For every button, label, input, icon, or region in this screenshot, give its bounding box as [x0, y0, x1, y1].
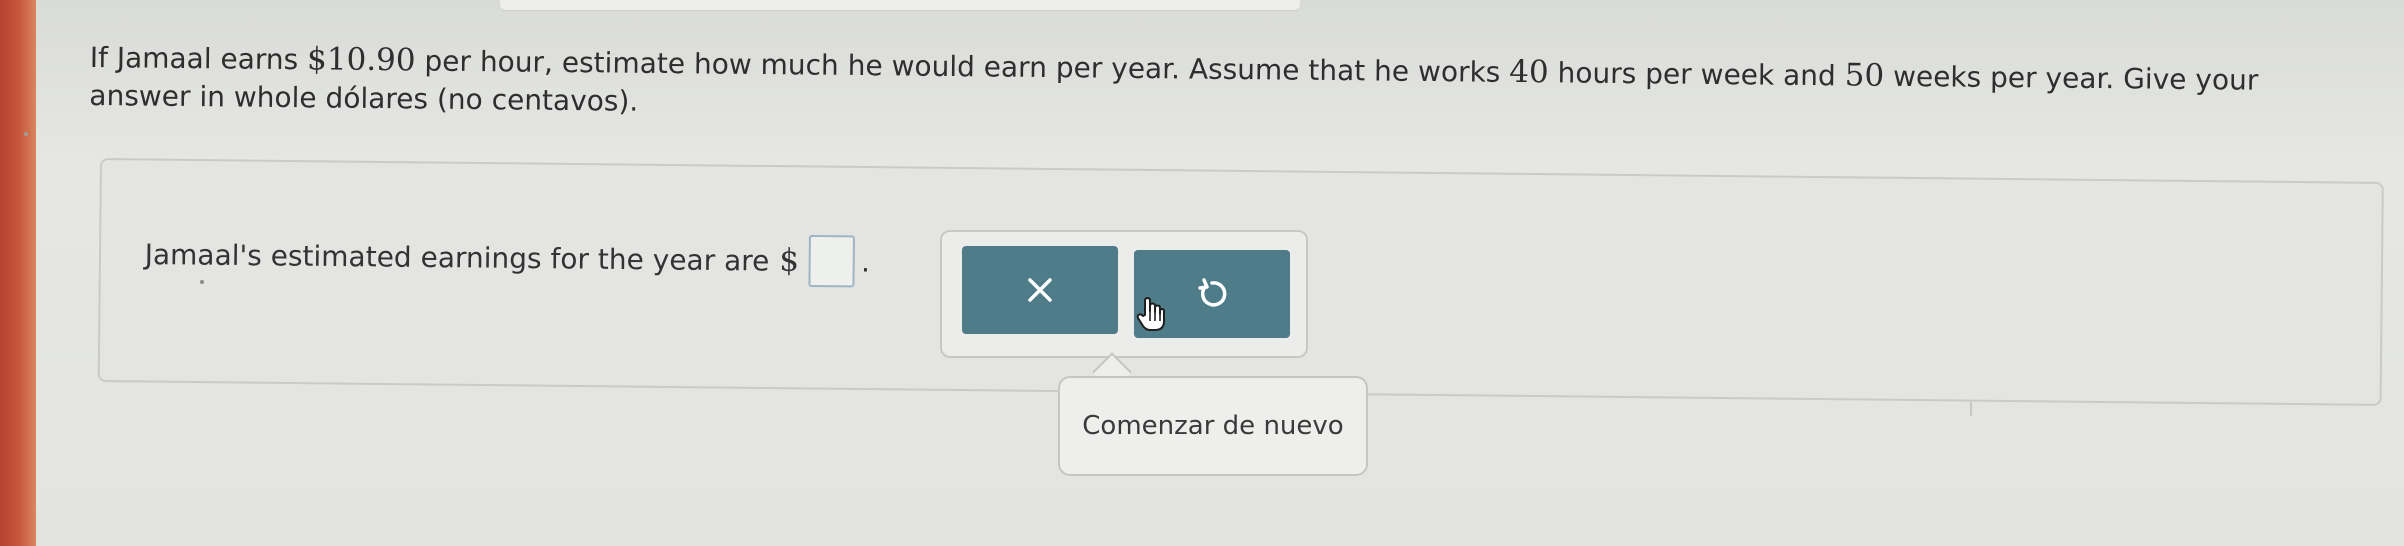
- question-part: If Jamaal earns: [89, 40, 308, 77]
- hourly-wage: $10.90: [306, 41, 416, 79]
- background-mark: [1970, 402, 1972, 416]
- answer-input[interactable]: [808, 234, 856, 288]
- question-text: If Jamaal earns $10.90 per hour, estimat…: [89, 38, 2350, 139]
- answer-prompt: Jamaal's estimated earnings for the year…: [144, 237, 770, 278]
- sentence-period: .: [860, 245, 871, 279]
- hours-per-week: 40: [1509, 53, 1549, 91]
- background-edge: [0, 0, 36, 546]
- currency-symbol: $: [779, 242, 800, 279]
- tooltip: Comenzar de nuevo: [1058, 376, 1368, 476]
- hand-cursor-icon: [1135, 295, 1169, 333]
- clear-button[interactable]: [962, 246, 1118, 334]
- question-part: per hour, estimate how much he would ear…: [415, 44, 1510, 89]
- question-part: hours per week and: [1548, 56, 1845, 93]
- close-icon: [1025, 275, 1055, 305]
- top-strip: [500, 0, 1300, 11]
- reset-icon: [1195, 277, 1229, 311]
- tooltip-text: Comenzar de nuevo: [1082, 411, 1344, 441]
- answer-row: Jamaal's estimated earnings for the year…: [144, 228, 870, 288]
- answer-tools-panel: [940, 230, 1308, 358]
- weeks-per-year: 50: [1844, 57, 1885, 94]
- background-mark: [24, 132, 28, 136]
